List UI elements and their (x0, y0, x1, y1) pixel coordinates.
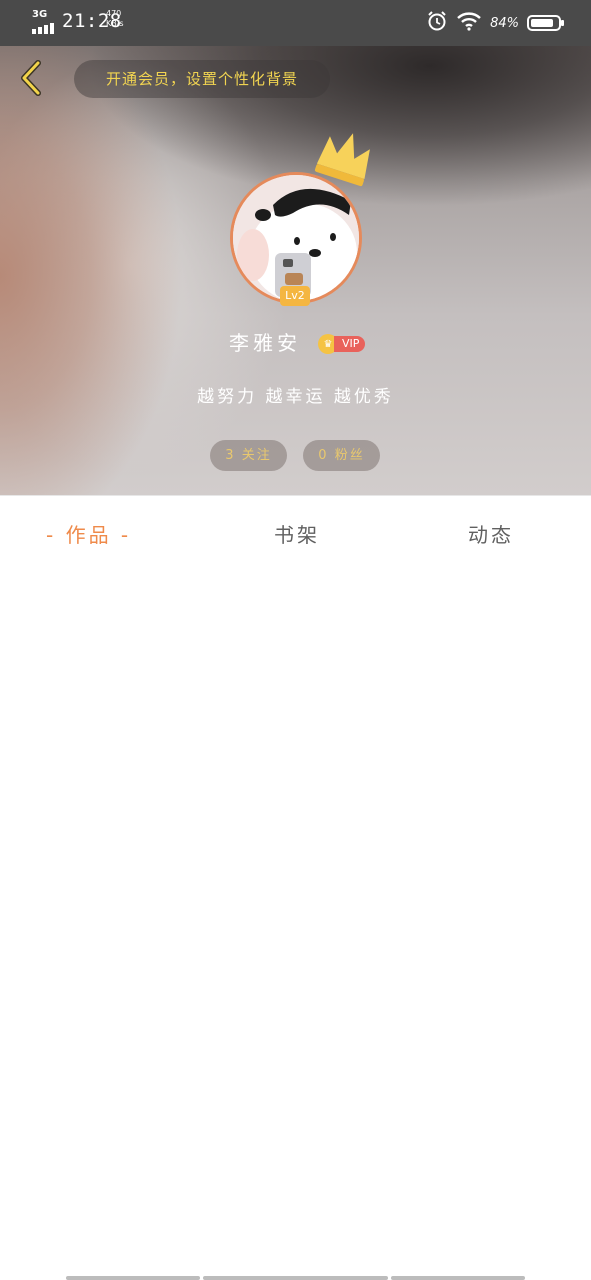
avatar[interactable] (230, 172, 362, 304)
vip-promo-button[interactable]: 开通会员，设置个性化背景 (74, 60, 330, 98)
profile-tabs: - 作品 - 书架 动态 (0, 495, 591, 577)
content-area (0, 576, 591, 1272)
signal-icon (32, 23, 54, 34)
gesture-bar-left[interactable] (66, 1276, 200, 1280)
wifi-icon (456, 11, 482, 35)
status-bar: 3G 21:28 470 KB/s 84% (0, 0, 591, 46)
fans-button[interactable]: 0 粉丝 (303, 440, 380, 471)
network-type: 3G (32, 9, 48, 20)
avatar-container[interactable]: Lv2 (230, 133, 370, 306)
crown-icon (314, 133, 370, 187)
signature: 越努力 越幸运 越优秀 (197, 387, 394, 407)
gesture-bar-center[interactable] (203, 1276, 388, 1280)
profile-header: 开通会员，设置个性化背景 Lv2 李雅安 ♛ VIP 越努力 越幸运 越优秀 3… (0, 46, 591, 495)
username: 李雅安 (229, 331, 301, 355)
tab-feed[interactable]: 动态 (468, 496, 514, 576)
gesture-bar-right[interactable] (391, 1276, 525, 1280)
vip-label: VIP (334, 336, 366, 352)
tab-bookshelf[interactable]: 书架 (274, 496, 320, 576)
name-row: 李雅安 ♛ VIP (0, 326, 591, 360)
chevron-left-icon (21, 60, 41, 96)
vip-badge[interactable]: ♛ VIP (318, 334, 366, 354)
status-right: 84% (426, 10, 564, 36)
tab-works[interactable]: - 作品 - (46, 496, 131, 576)
speed-unit: KB/s (106, 19, 124, 28)
battery-icon (527, 15, 564, 31)
network-speed: 470 KB/s (106, 9, 146, 29)
battery-percent: 84% (490, 15, 519, 31)
following-button[interactable]: 3 关注 (210, 440, 287, 471)
avatar-image (233, 175, 359, 301)
level-badge: Lv2 (280, 286, 310, 306)
alarm-icon (426, 10, 448, 36)
back-button[interactable] (14, 58, 48, 98)
speed-value: 470 (106, 9, 122, 18)
